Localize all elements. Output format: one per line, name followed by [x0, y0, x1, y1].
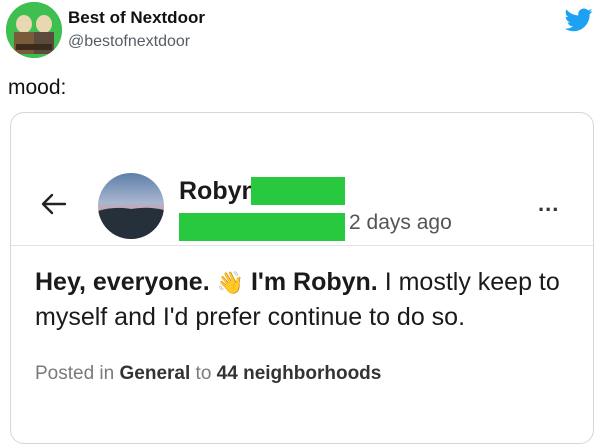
meta-middle: to: [190, 363, 217, 384]
tweet-header: Best of Nextdoor @bestofnextdoor: [0, 0, 600, 70]
post-timestamp: 2 days ago: [349, 211, 452, 234]
muppets-avatar-icon: [6, 2, 62, 58]
author-name[interactable]: Best of Nextdoor: [68, 8, 205, 28]
poster-avatar[interactable]: [98, 173, 164, 239]
post-body: Hey, everyone. 👋 I'm Robyn. I mostly kee…: [35, 265, 575, 334]
category-link[interactable]: General: [120, 363, 191, 384]
tweet-text: mood:: [8, 76, 67, 99]
twitter-bird-icon[interactable]: [565, 8, 593, 32]
post-header: Robyn 2 days ago ...: [11, 113, 593, 246]
waving-hand-icon: 👋: [216, 270, 244, 295]
author-avatar[interactable]: [6, 2, 62, 58]
author-handle[interactable]: @bestofnextdoor: [68, 33, 190, 51]
post-meta: Posted in General to 44 neighborhoods: [35, 363, 381, 385]
post-intro: I'm Robyn.: [250, 268, 378, 296]
post-greeting: Hey, everyone.: [35, 268, 210, 296]
nextdoor-post-card: Robyn 2 days ago ... Hey, everyone. 👋 I'…: [10, 112, 594, 444]
more-options-icon[interactable]: ...: [538, 191, 559, 217]
sunset-landscape-icon: [98, 173, 164, 239]
redaction-bar: [251, 177, 345, 205]
audience-link[interactable]: 44 neighborhoods: [217, 363, 382, 384]
meta-prefix: Posted in: [35, 363, 120, 384]
redaction-bar: [179, 213, 345, 241]
poster-name[interactable]: Robyn: [179, 177, 257, 206]
back-arrow-icon[interactable]: [41, 193, 67, 215]
